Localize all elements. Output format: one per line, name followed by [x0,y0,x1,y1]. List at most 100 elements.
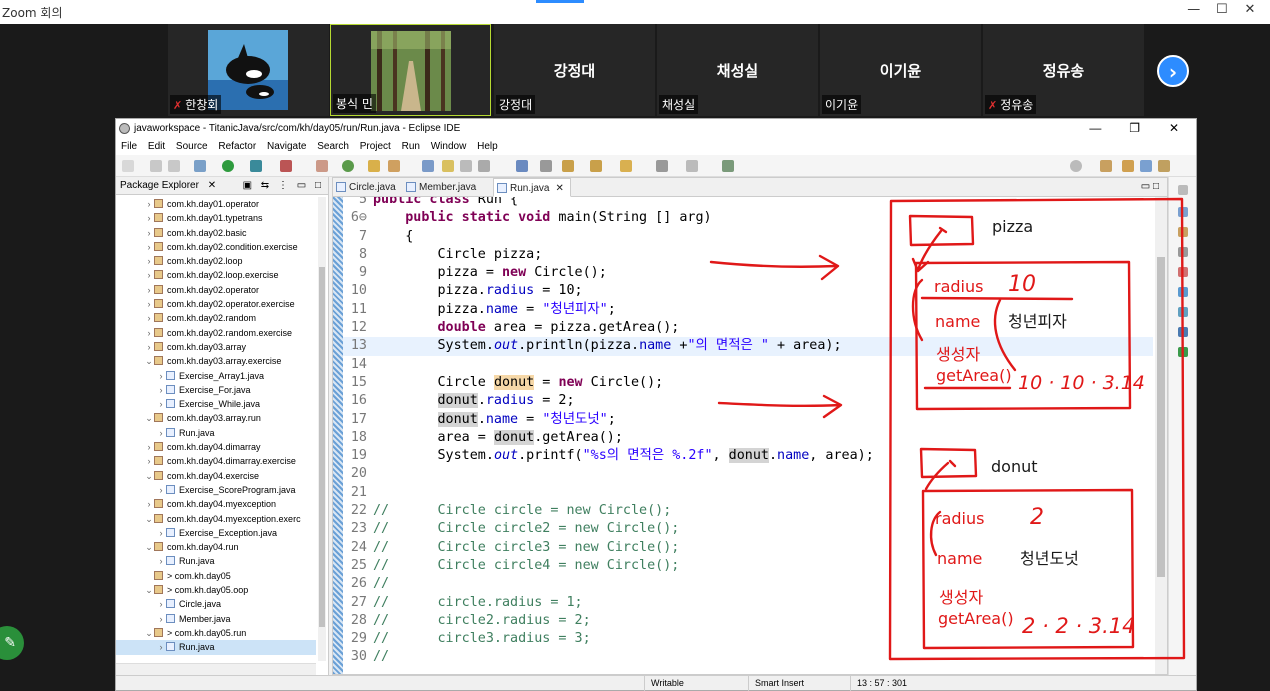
tree-item-package[interactable]: ⌄ com.kh.day03.array.run [116,411,316,425]
close-button[interactable]: ✕ [1238,2,1262,17]
code-area[interactable]: 5 public class Run {6⊖ public static void… [333,197,1167,674]
expand-arrow-icon[interactable]: › [156,526,166,540]
participant-tile[interactable]: 봉식 민 [330,24,491,116]
menu-edit[interactable]: Edit [148,141,165,152]
code-line[interactable]: 20 [343,465,1153,483]
expand-arrow-icon[interactable]: › [156,426,166,440]
tree-item-file[interactable]: › Exercise_While.java [116,397,316,411]
restore-button[interactable]: ❐ [1117,119,1153,138]
debug-perspective-icon[interactable] [1158,160,1170,172]
hierarchy-icon[interactable] [1178,227,1188,237]
expand-arrow-icon[interactable]: › [144,283,154,297]
view-controls[interactable]: ▣ ⇆ ⋮ ▭ □ [243,177,324,195]
minimize-button[interactable]: — [1077,119,1113,138]
new-icon[interactable] [122,160,134,172]
tree-item-file[interactable]: › Run.java [116,426,316,440]
expand-arrow-icon[interactable]: › [144,340,154,354]
tree-item-package[interactable]: › com.kh.day02.operator.exercise [116,297,316,311]
menu-project[interactable]: Project [360,141,391,152]
participant-tile[interactable]: 정유송 ✗ 정유송 [983,24,1144,116]
problems-icon[interactable] [1178,267,1188,277]
maximize-button[interactable]: ☐ [1210,2,1234,17]
expand-arrow-icon[interactable]: ⌄ [144,411,154,425]
tree-item-file[interactable]: › Circle.java [116,597,316,611]
tab-circle-java[interactable]: Circle.java [333,178,402,197]
expand-arrow-icon[interactable]: › [156,612,166,626]
tree-item-package[interactable]: › com.kh.day02.random.exercise [116,326,316,340]
expand-arrow-icon[interactable]: ⌄ [144,469,154,483]
code-line[interactable]: 6⊖ public static void main(String [] arg… [343,209,1153,227]
code-line[interactable]: 21 [343,484,1153,502]
expand-arrow-icon[interactable]: › [144,268,154,282]
next-page-button[interactable]: › [1157,55,1189,87]
tree-item-package[interactable]: ⌄ > com.kh.day05.run [116,626,316,640]
pin-editor-icon[interactable] [722,160,734,172]
new-class-icon[interactable] [342,160,354,172]
code-line[interactable]: 12 double area = pizza.getArea(); [343,319,1153,337]
code-line[interactable]: 24 // Circle circle3 = new Circle(); [343,539,1153,557]
expand-arrow-icon[interactable]: › [144,326,154,340]
tree-item-package[interactable]: › com.kh.day04.dimarray [116,440,316,454]
console-icon[interactable] [516,160,528,172]
tasks-icon[interactable] [1178,247,1188,257]
forward-icon[interactable] [686,160,698,172]
code-line[interactable]: 5 public class Run { [343,197,1153,209]
expand-arrow-icon[interactable]: › [156,483,166,497]
save-icon[interactable] [150,160,162,172]
tree-item-package[interactable]: ⌄ com.kh.day04.run [116,540,316,554]
code-line[interactable]: 29 // circle3.radius = 3; [343,630,1153,648]
tree-item-package[interactable]: › com.kh.day02.random [116,311,316,325]
tree-item-file[interactable]: › Exercise_Array1.java [116,369,316,383]
tree-item-file[interactable]: › Exercise_ScoreProgram.java [116,483,316,497]
menu-help[interactable]: Help [477,141,498,152]
menu-refactor[interactable]: Refactor [218,141,256,152]
scrollbar-thumb[interactable] [319,267,325,627]
tree-item-package[interactable]: › com.kh.day02.basic [116,226,316,240]
debug-icon[interactable] [194,160,206,172]
expand-arrow-icon[interactable]: › [144,454,154,468]
expand-arrow-icon[interactable]: ⌄ [144,626,154,640]
editor-view-controls[interactable]: ▭ □ [1141,181,1159,192]
tree-item-package[interactable]: ⌄ com.kh.day04.exercise [116,469,316,483]
tree-item-package[interactable]: › com.kh.day02.loop [116,254,316,268]
tree-item-file[interactable]: › Member.java [116,612,316,626]
code-line[interactable]: 23 // Circle circle2 = new Circle(); [343,520,1153,538]
expand-arrow-icon[interactable]: › [144,297,154,311]
last-edit-icon[interactable] [620,160,632,172]
expand-arrow-icon[interactable]: › [144,240,154,254]
menu-navigate[interactable]: Navigate [267,141,306,152]
code-line[interactable]: 14 [343,356,1153,374]
menu-run[interactable]: Run [402,141,420,152]
code-line[interactable]: 7 { [343,228,1153,246]
tab-run-java[interactable]: Run.java ✕ [493,178,571,197]
close-view-icon[interactable]: ✕ [208,180,216,191]
expand-arrow-icon[interactable]: ⌄ [144,354,154,368]
outline-icon[interactable] [1178,207,1188,217]
expand-arrow-icon[interactable]: › [156,383,166,397]
code-line[interactable]: 10 pizza.radius = 10; [343,282,1153,300]
expand-arrow-icon[interactable]: › [156,640,166,654]
tree-item-file[interactable]: › Run.java [116,554,316,568]
expand-arrow-icon[interactable]: › [156,369,166,383]
scrollbar-thumb[interactable] [1157,257,1165,577]
expand-arrow-icon[interactable]: › [144,211,154,225]
code-line[interactable]: 22 // Circle circle = new Circle(); [343,502,1153,520]
next-annotation-icon[interactable] [562,160,574,172]
code-line[interactable]: 15 Circle donut = new Circle(); [343,374,1153,392]
code-line[interactable]: 30 // [343,648,1153,666]
tab-member-java[interactable]: Member.java [403,178,482,197]
tree-item-package[interactable]: › com.kh.day02.condition.exercise [116,240,316,254]
tree-item-package[interactable]: ⌄ com.kh.day03.array.exercise [116,354,316,368]
tree-item-package[interactable]: › com.kh.day04.dimarray.exercise [116,454,316,468]
tree-item-package[interactable]: › com.kh.day04.myexception [116,497,316,511]
code-lines[interactable]: 5 public class Run {6⊖ public static void… [343,197,1153,667]
expand-arrow-icon[interactable]: › [144,197,154,211]
expand-arrow-icon[interactable]: › [144,254,154,268]
skip-breakpoints-icon[interactable] [540,160,552,172]
code-line[interactable]: 16 donut.radius = 2; [343,392,1153,410]
code-line[interactable]: 13 System.out.println(pizza.name +"의 면적은… [343,337,1153,356]
code-line[interactable]: 25 // Circle circle4 = new Circle(); [343,557,1153,575]
mark-occurrences-icon[interactable] [442,160,454,172]
search-icon[interactable] [1070,160,1082,172]
tree-item-file[interactable]: › Exercise_For.java [116,383,316,397]
